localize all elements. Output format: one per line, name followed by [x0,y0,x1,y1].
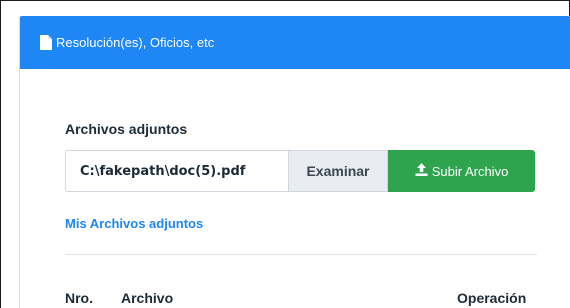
upload-file-button[interactable]: Subir Archivo [388,150,535,192]
panel-body: Archivos adjuntos C:\fakepath\doc(5).pdf… [20,69,570,308]
upload-icon [415,163,428,179]
attachments-label: Archivos adjuntos [65,121,188,137]
my-attachments-link[interactable]: Mis Archivos adjuntos [65,216,203,231]
upload-row: C:\fakepath\doc(5).pdf Examinar Subir Ar… [65,150,535,192]
column-header-nro: Nro. [65,290,93,306]
page-frame: Resolución(es), Oficios, etc Archivos ad… [0,0,570,308]
browse-button[interactable]: Examinar [288,150,388,192]
column-header-archivo: Archivo [121,290,174,306]
attachments-panel: Resolución(es), Oficios, etc Archivos ad… [19,16,570,308]
upload-file-label: Subir Archivo [431,163,509,179]
panel-header: Resolución(es), Oficios, etc [20,16,570,69]
column-header-operacion: Operación [457,290,527,306]
document-icon [40,35,52,50]
file-path-input[interactable]: C:\fakepath\doc(5).pdf [65,150,288,192]
divider [65,254,537,255]
panel-title: Resolución(es), Oficios, etc [56,35,215,50]
